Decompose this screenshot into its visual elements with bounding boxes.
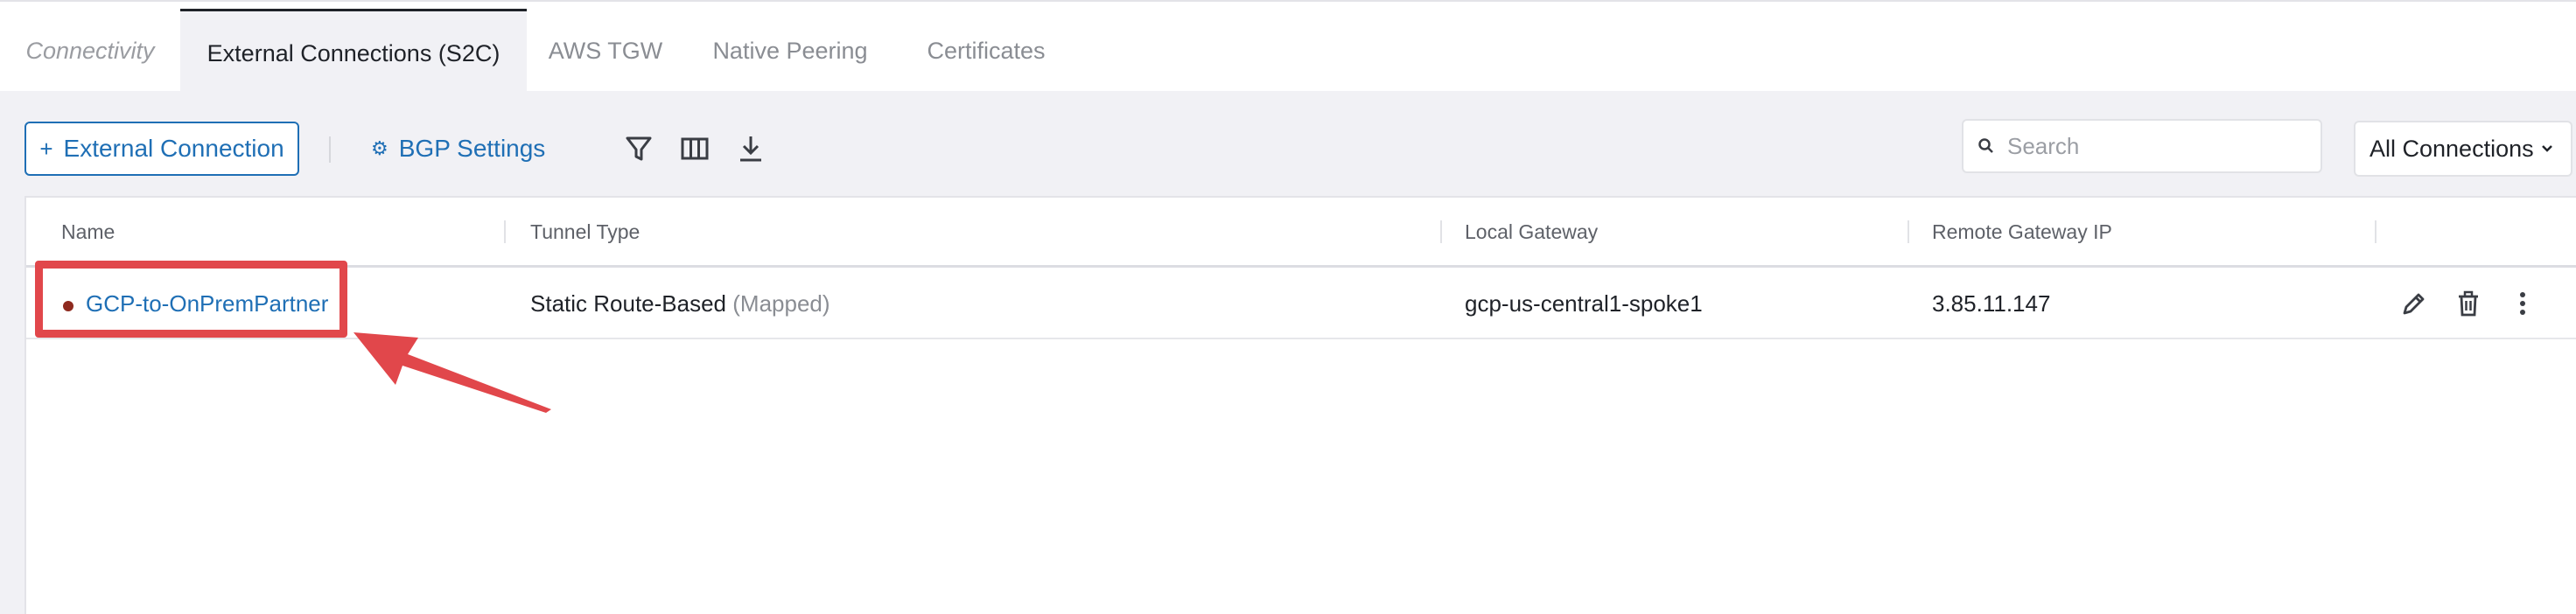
annotation-arrow [354,332,551,413]
